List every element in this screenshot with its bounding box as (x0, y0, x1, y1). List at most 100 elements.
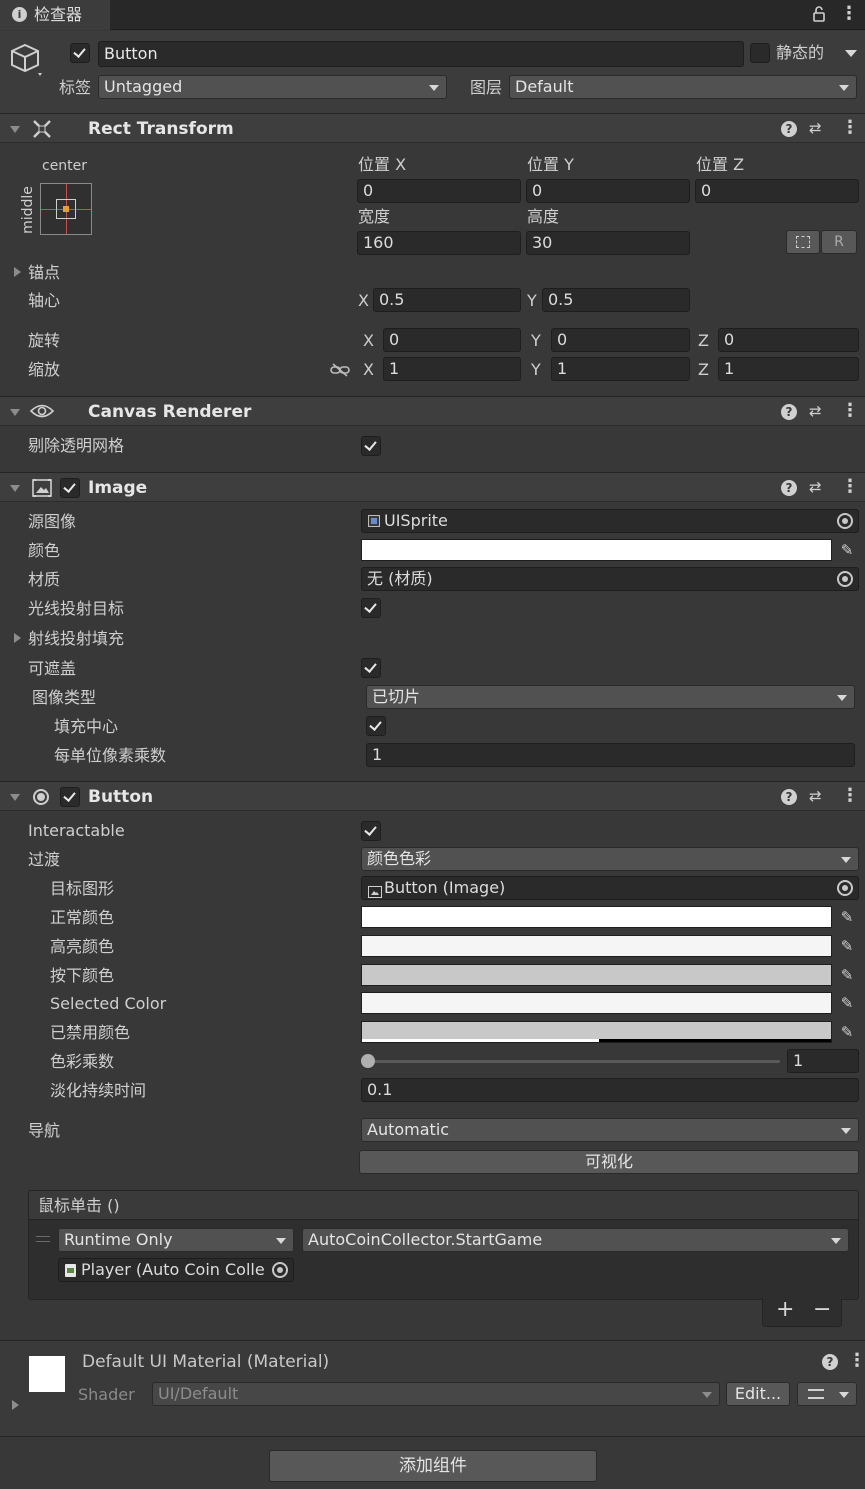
interactable-checkbox[interactable] (361, 821, 381, 841)
scale-z-axis[interactable]: Z (698, 360, 709, 380)
fade-duration-field[interactable]: 0.1 (361, 1078, 859, 1102)
eyedropper-icon[interactable]: ✎ (838, 1023, 856, 1041)
pressed-color-swatch[interactable] (361, 964, 832, 986)
material-menu-icon[interactable]: ⋮ (848, 1351, 865, 1371)
maskable-checkbox[interactable] (361, 658, 381, 678)
raycast-padding-label[interactable]: 射线投射填充 (28, 629, 124, 649)
object-name-field[interactable]: Button (98, 41, 744, 67)
component-menu-icon[interactable]: ⋮ (841, 477, 859, 497)
event-target-field[interactable]: Player (Auto Coin Colle (58, 1258, 294, 1282)
help-icon[interactable]: ? (781, 789, 797, 805)
material-fold-icon[interactable] (12, 1400, 19, 1410)
scale-y-field[interactable]: 1 (551, 357, 690, 381)
add-event-button[interactable]: + (776, 1299, 794, 1321)
function-dropdown[interactable]: AutoCoinCollector.StartGame (302, 1228, 849, 1252)
shader-edit-button[interactable]: Edit... (726, 1382, 790, 1406)
object-picker-icon[interactable] (837, 880, 853, 896)
object-picker-icon[interactable] (272, 1262, 288, 1278)
fill-center-checkbox[interactable] (366, 716, 386, 736)
help-icon[interactable]: ? (781, 404, 797, 420)
height-field[interactable]: 30 (526, 231, 690, 255)
normal-color-swatch[interactable] (361, 906, 832, 928)
color-swatch[interactable] (361, 539, 832, 561)
eyedropper-icon[interactable]: ✎ (838, 908, 856, 926)
button-header[interactable]: Button ? ⇄ ⋮ (0, 781, 865, 811)
material-field[interactable]: 无 (材质) (361, 567, 859, 591)
source-image-field[interactable]: UISprite (361, 509, 859, 533)
multiplier-slider-thumb[interactable] (361, 1054, 375, 1068)
pos-x-field[interactable]: 0 (357, 179, 521, 203)
button-enabled-checkbox[interactable] (60, 787, 80, 807)
scale-x-field[interactable]: 1 (383, 357, 521, 381)
fold-arrow-icon[interactable] (10, 126, 20, 133)
pivot-y-axis[interactable]: Y (527, 291, 537, 311)
runtime-dropdown[interactable]: Runtime Only (58, 1228, 294, 1252)
tag-dropdown[interactable]: Untagged (98, 75, 447, 99)
anchors-fold-icon[interactable] (14, 267, 21, 277)
eyedropper-icon[interactable]: ✎ (838, 994, 856, 1012)
disabled-color-swatch[interactable] (361, 1021, 832, 1043)
presets-icon[interactable]: ⇄ (809, 786, 822, 806)
eyedropper-icon[interactable]: ✎ (838, 966, 856, 984)
anchor-presets-button[interactable] (40, 183, 92, 235)
add-component-button[interactable]: 添加组件 (269, 1450, 597, 1482)
rot-y-field[interactable]: 0 (551, 328, 690, 352)
selected-color-swatch[interactable] (361, 992, 832, 1014)
pivot-x-axis[interactable]: X (358, 291, 369, 311)
image-header[interactable]: Image ? ⇄ ⋮ (0, 472, 865, 502)
transition-dropdown[interactable]: 颜色色彩 (361, 847, 859, 871)
image-enabled-checkbox[interactable] (60, 478, 80, 498)
scale-x-axis[interactable]: X (363, 360, 374, 380)
rot-x-axis[interactable]: X (363, 331, 374, 351)
presets-icon[interactable]: ⇄ (809, 401, 822, 421)
shader-dropdown[interactable]: UI/Default (152, 1382, 720, 1406)
fold-arrow-icon[interactable] (10, 485, 20, 492)
shader-options-dropdown[interactable] (797, 1382, 857, 1406)
rect-transform-header[interactable]: Rect Transform ? ⇄ ⋮ (0, 113, 865, 143)
tab-menu-icon[interactable]: ⋮ (840, 4, 858, 24)
material-preview[interactable] (29, 1356, 65, 1392)
fold-arrow-icon[interactable] (10, 794, 20, 801)
layer-dropdown[interactable]: Default (509, 75, 857, 99)
link-icon[interactable] (330, 362, 350, 377)
tab-inspector[interactable]: i 检查器 (0, 0, 110, 30)
static-dropdown-arrow-icon[interactable] (845, 50, 857, 57)
pos-y-field[interactable]: 0 (526, 179, 690, 203)
remove-event-button[interactable]: − (813, 1299, 831, 1321)
rot-z-axis[interactable]: Z (698, 331, 709, 351)
highlighted-color-swatch[interactable] (361, 935, 832, 957)
static-checkbox[interactable] (750, 43, 770, 63)
ppu-field[interactable]: 1 (366, 743, 855, 767)
fold-arrow-icon[interactable] (10, 409, 20, 416)
pivot-y-field[interactable]: 0.5 (542, 288, 690, 312)
gameobject-cube-icon[interactable] (10, 42, 42, 78)
multiplier-slider-track[interactable] (366, 1060, 780, 1063)
eyedropper-icon[interactable]: ✎ (838, 937, 856, 955)
canvas-renderer-header[interactable]: Canvas Renderer ? ⇄ ⋮ (0, 396, 865, 426)
navigation-dropdown[interactable]: Automatic (361, 1118, 859, 1142)
component-menu-icon[interactable]: ⋮ (841, 118, 859, 138)
raw-edit-button[interactable]: R (821, 230, 857, 254)
scale-y-axis[interactable]: Y (531, 360, 541, 380)
help-icon[interactable]: ? (822, 1354, 838, 1370)
pivot-x-field[interactable]: 0.5 (373, 288, 521, 312)
target-graphic-field[interactable]: Button (Image) (361, 876, 859, 900)
drag-handle-icon[interactable] (36, 1236, 50, 1242)
image-type-dropdown[interactable]: 已切片 (366, 685, 855, 709)
object-picker-icon[interactable] (837, 571, 853, 587)
presets-icon[interactable]: ⇄ (809, 477, 822, 497)
cull-transparent-checkbox[interactable] (361, 436, 381, 456)
component-menu-icon[interactable]: ⋮ (841, 401, 859, 421)
visualize-button[interactable]: 可视化 (359, 1150, 859, 1174)
presets-icon[interactable]: ⇄ (809, 118, 822, 138)
anchors-label[interactable]: 锚点 (28, 263, 60, 283)
raycast-target-checkbox[interactable] (361, 598, 381, 618)
scale-z-field[interactable]: 1 (718, 357, 859, 381)
pos-z-field[interactable]: 0 (695, 179, 859, 203)
help-icon[interactable]: ? (781, 480, 797, 496)
eyedropper-icon[interactable]: ✎ (838, 541, 856, 559)
rot-x-field[interactable]: 0 (383, 328, 521, 352)
raycast-padding-fold-icon[interactable] (14, 633, 21, 643)
lock-icon[interactable] (813, 6, 825, 22)
blueprint-mode-button[interactable] (786, 230, 820, 254)
